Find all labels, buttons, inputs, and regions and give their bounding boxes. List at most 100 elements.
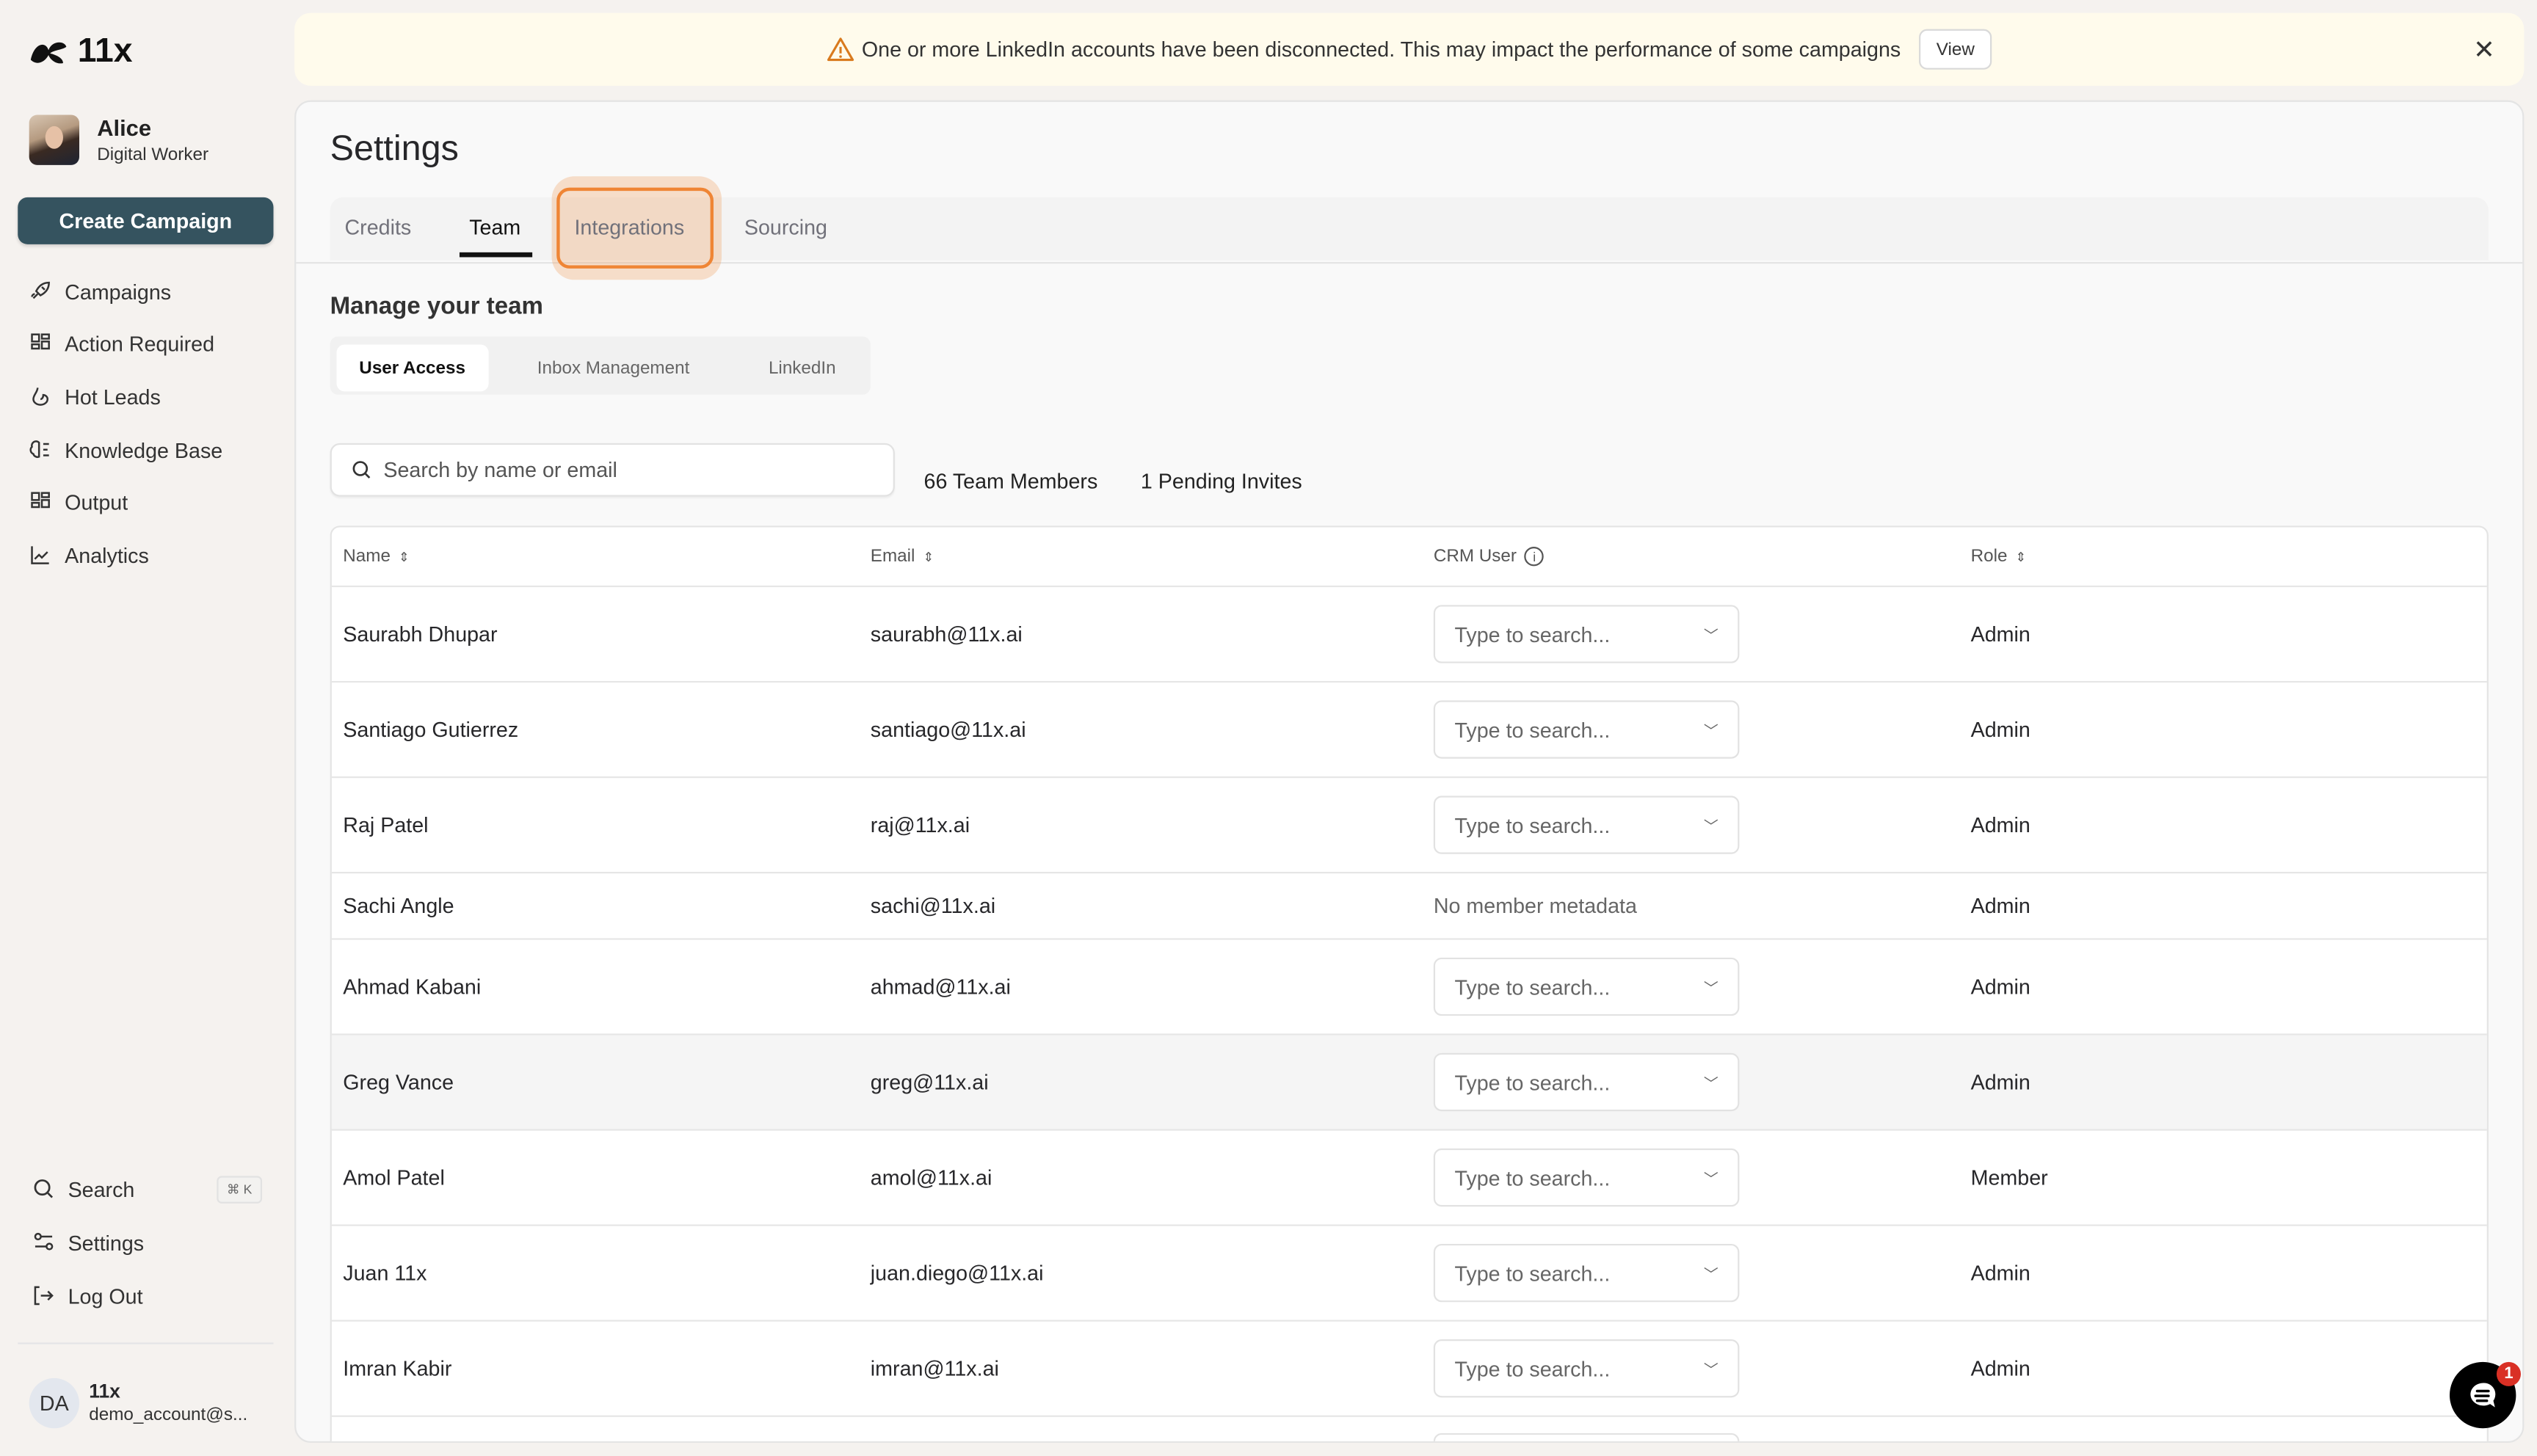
sidebar-item-hot-leads[interactable]: Hot Leads xyxy=(29,377,272,416)
member-role: Admin xyxy=(1971,1261,2030,1285)
crm-user-select[interactable]: Type to search...﹀ xyxy=(1434,1244,1740,1302)
create-campaign-button[interactable]: Create Campaign xyxy=(18,197,273,244)
member-email: saurabh@11x.ai xyxy=(871,622,1023,646)
member-email: greg@11x.ai xyxy=(871,1070,989,1094)
crm-user-select[interactable]: Type to search...﹀ xyxy=(1434,605,1740,663)
sidebar-settings[interactable]: Settings xyxy=(32,1223,275,1262)
crm-user-select[interactable]: Type to search...﹀ xyxy=(1434,1053,1740,1111)
tab-sourcing[interactable]: Sourcing xyxy=(744,215,827,239)
shortcut-badge: ⌘ K xyxy=(217,1176,262,1203)
header-label: Name xyxy=(343,547,391,566)
chevron-down-icon: ﹀ xyxy=(1704,1358,1718,1379)
subtab-inbox-management[interactable]: Inbox Management xyxy=(537,344,690,391)
chevron-down-icon: ﹀ xyxy=(1704,1167,1718,1188)
crm-select-placeholder: Type to search... xyxy=(1454,975,1610,999)
warning-icon xyxy=(826,37,853,62)
sidebar-item-label: Knowledge Base xyxy=(65,437,222,462)
header-role[interactable]: Role ⇕ xyxy=(1971,547,2027,566)
flame-icon xyxy=(29,385,52,408)
crm-select-placeholder: Type to search... xyxy=(1454,622,1610,646)
member-name: Sachi Angle xyxy=(343,894,454,918)
member-name: Imran Kabir xyxy=(343,1356,451,1380)
member-role: Admin xyxy=(1971,1356,2030,1380)
member-name: Amol Patel xyxy=(343,1165,445,1190)
member-name: Raj Patel xyxy=(343,813,428,837)
tab-team[interactable]: Team xyxy=(469,215,520,239)
crm-user-select[interactable]: Type to search... ﹀ xyxy=(1434,958,1740,1016)
header-label: Email xyxy=(871,547,915,566)
active-tab-indicator xyxy=(460,252,532,258)
member-email: juan.diego@11x.ai xyxy=(871,1261,1044,1285)
chevron-down-icon: ﹀ xyxy=(1704,815,1718,836)
member-name: Juan 11x xyxy=(343,1261,427,1285)
crm-select-placeholder: Type to search... xyxy=(1454,718,1610,742)
account-avatar[interactable]: DA xyxy=(29,1378,79,1428)
member-search-input[interactable]: Search by name or email xyxy=(330,443,895,497)
sidebar-item-label: Settings xyxy=(68,1230,145,1254)
sidebar-item-campaigns[interactable]: Campaigns xyxy=(29,272,272,310)
crm-user-select[interactable]: Type to search...﹀ xyxy=(1434,1149,1740,1206)
member-role: Admin xyxy=(1971,1070,2030,1094)
brand-logo[interactable]: 11x xyxy=(29,32,133,71)
table-row: Saurabh Dhupar saurabh@11x.ai Type to se… xyxy=(332,586,2487,681)
table-row: Sachi Angle sachi@11x.ai No member metad… xyxy=(332,872,2487,938)
grid-icon xyxy=(29,490,52,513)
chart-line-icon xyxy=(29,544,52,567)
sliders-icon xyxy=(32,1231,55,1253)
sidebar-item-knowledge-base[interactable]: Knowledge Base xyxy=(29,430,272,469)
banner-view-button[interactable]: View xyxy=(1919,29,1993,70)
account-org: 11x xyxy=(89,1380,120,1402)
table-row xyxy=(332,1416,2487,1443)
sidebar-item-output[interactable]: Output xyxy=(29,482,272,521)
subtab-linkedin[interactable]: LinkedIn xyxy=(769,344,836,391)
crm-select-placeholder: Type to search... xyxy=(1454,1261,1610,1285)
header-crm-user: CRM User i xyxy=(1434,547,1545,566)
sort-icon: ⇕ xyxy=(399,549,410,564)
crm-user-select[interactable] xyxy=(1434,1433,1740,1443)
crm-no-metadata: No member metadata xyxy=(1434,894,1637,918)
header-label: CRM User xyxy=(1434,547,1517,566)
member-email: amol@11x.ai xyxy=(871,1165,992,1190)
rocket-icon xyxy=(29,280,52,302)
header-label: Role xyxy=(1971,547,2008,566)
member-role: Member xyxy=(1971,1165,2048,1190)
chevron-down-icon: ﹀ xyxy=(1704,976,1718,997)
grid-icon xyxy=(29,332,52,354)
member-name: Santiago Gutierrez xyxy=(343,718,518,742)
member-role: Admin xyxy=(1971,813,2030,837)
table-row: Raj Patel raj@11x.ai Type to search...﹀ … xyxy=(332,776,2487,872)
header-email[interactable]: Email⇕ xyxy=(871,547,934,566)
sidebar-search[interactable]: Search⌘ K xyxy=(32,1170,275,1209)
sort-icon: ⇕ xyxy=(2015,549,2026,564)
subtab-user-access[interactable]: User Access xyxy=(336,344,487,391)
search-placeholder: Search by name or email xyxy=(383,458,617,482)
crm-user-select[interactable]: Type to search... ﹀ xyxy=(1434,1339,1740,1397)
sidebar-item-label: Log Out xyxy=(68,1284,143,1308)
table-row: Ahmad Kabani ahmad@11x.ai Type to search… xyxy=(332,938,2487,1033)
linkedin-warning-banner: One or more LinkedIn accounts have been … xyxy=(294,13,2524,86)
sidebar-logout[interactable]: Log Out xyxy=(32,1276,275,1315)
crm-select-placeholder: Type to search... xyxy=(1454,1070,1610,1094)
section-title: Manage your team xyxy=(330,293,543,320)
sidebar-item-action-required[interactable]: Action Required xyxy=(29,324,272,363)
crm-select-placeholder: Type to search... xyxy=(1454,1356,1610,1380)
sidebar-divider xyxy=(18,1342,273,1344)
sidebar-item-label: Hot Leads xyxy=(65,384,161,408)
sidebar-item-label: Output xyxy=(65,489,128,514)
header-name[interactable]: Name ⇕ xyxy=(343,547,409,566)
info-icon[interactable]: i xyxy=(1525,547,1544,566)
member-name: Greg Vance xyxy=(343,1070,454,1094)
member-role: Admin xyxy=(1971,718,2030,742)
pending-invites-count[interactable]: 1 Pending Invites xyxy=(1141,469,1302,493)
sidebar-item-analytics[interactable]: Analytics xyxy=(29,536,272,575)
logout-icon xyxy=(32,1284,55,1307)
close-icon[interactable]: ✕ xyxy=(2473,34,2495,66)
crm-user-select[interactable]: Type to search...﹀ xyxy=(1434,700,1740,758)
integrations-highlight xyxy=(556,188,714,269)
account-email: demo_account@s... xyxy=(89,1405,247,1424)
sidebar-item-label: Campaigns xyxy=(65,279,171,303)
member-email: sachi@11x.ai xyxy=(871,894,995,918)
tab-credits[interactable]: Credits xyxy=(344,215,411,239)
banner-message: One or more LinkedIn accounts have been … xyxy=(862,37,1901,62)
crm-user-select[interactable]: Type to search...﹀ xyxy=(1434,796,1740,853)
